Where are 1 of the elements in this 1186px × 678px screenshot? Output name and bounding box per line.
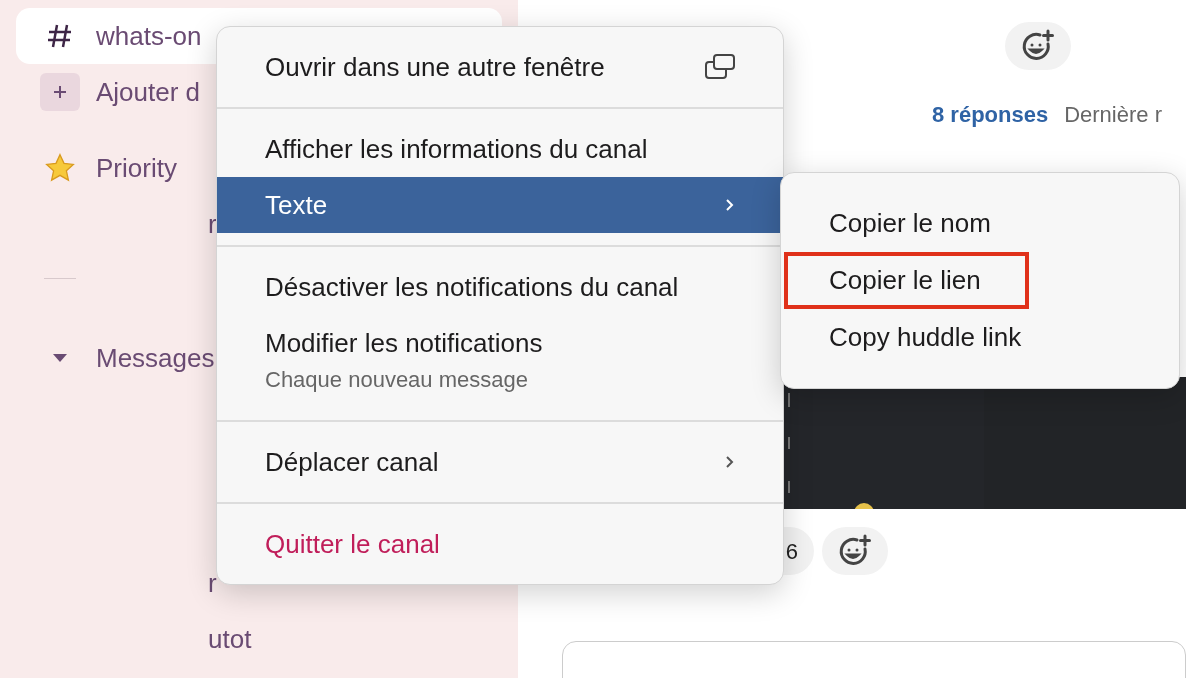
last-reply-text: Dernière r [1064,101,1162,129]
